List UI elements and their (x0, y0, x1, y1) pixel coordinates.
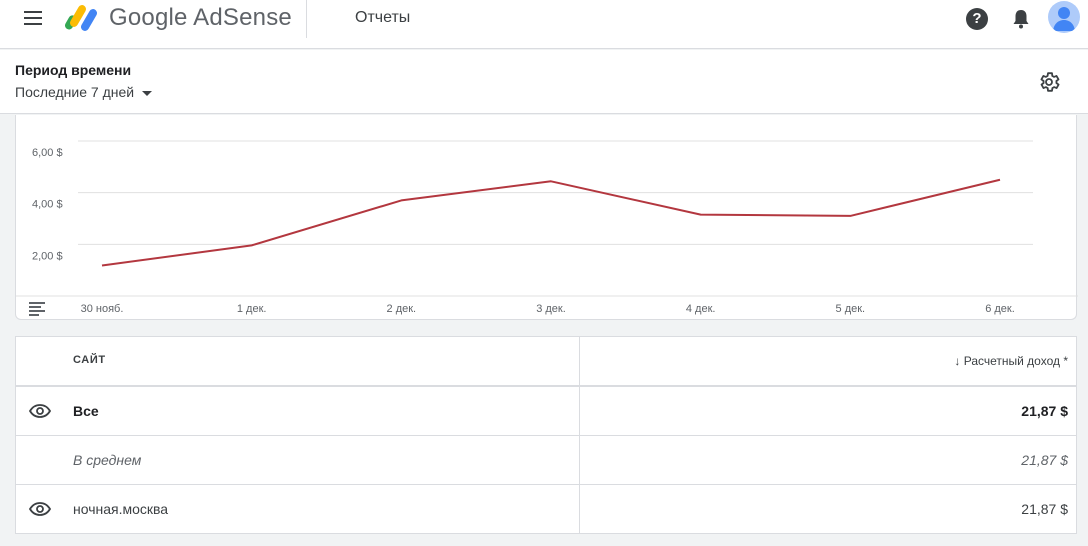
y-tick-label: 6,00 $ (32, 147, 63, 159)
page-title: Отчеты (355, 9, 411, 26)
table-row: В среднем 21,87 $ (16, 436, 1076, 485)
chart-card: 2,00 $ 4,00 $ 6,00 $ 30 нояб. 1 дек. 2 дек. 3 … (15, 115, 1078, 320)
column-header-income-label: Расчетный доход * (963, 354, 1068, 368)
top-app-bar: Google AdSense Отчеты ? (0, 0, 1088, 49)
sort-arrow-icon: ↓ (954, 354, 961, 368)
revenue-line-chart: 2,00 $ 4,00 $ 6,00 $ 30 нояб. 1 дек. 2 дек. 3 … (16, 140, 1078, 315)
column-header-income[interactable]: ↓ Расчетный доход * (954, 354, 1068, 368)
income-cell: 21,87 $ (1021, 501, 1068, 517)
product-name: Google AdSense (109, 4, 292, 31)
x-tick-label: 3 дек. (536, 303, 566, 315)
period-value: Последние 7 дней (15, 84, 135, 100)
avatar-person-icon (1053, 7, 1075, 31)
settings-gear-icon[interactable] (1037, 70, 1061, 94)
x-tick-label: 5 дек. (836, 303, 866, 315)
header-divider (306, 0, 307, 38)
y-tick-label: 4,00 $ (32, 199, 63, 211)
column-header-site[interactable]: САЙТ (73, 354, 106, 366)
x-tick-label: 1 дек. (237, 303, 267, 315)
y-tick-label: 2,00 $ (32, 250, 63, 262)
x-tick-label: 6 дек. (985, 303, 1015, 315)
dropdown-caret-icon (142, 90, 153, 96)
notifications-icon[interactable] (1011, 8, 1031, 30)
report-table: САЙТ ↓ Расчетный доход * Все 21,87 $ В с… (15, 336, 1077, 534)
x-tick-label: 2 дек. (387, 303, 417, 315)
adsense-logo-icon (65, 5, 97, 31)
site-cell: В среднем (73, 452, 142, 468)
column-divider (579, 337, 580, 533)
x-tick-label: 30 нояб. (81, 303, 124, 315)
site-cell[interactable]: ночная.москва (73, 501, 168, 517)
eye-icon[interactable] (29, 502, 51, 516)
menu-icon[interactable] (24, 11, 42, 25)
filter-bar: Период времени Последние 7 дней (0, 50, 1088, 114)
x-tick-label: 4 дек. (686, 303, 716, 315)
legend-toggle-icon[interactable] (29, 302, 45, 316)
period-label: Период времени (15, 62, 132, 78)
table-row: Все 21,87 $ (16, 387, 1076, 436)
table-header-row: САЙТ ↓ Расчетный доход * (16, 337, 1076, 387)
help-icon[interactable]: ? (966, 8, 988, 30)
table-row: ночная.москва 21,87 $ (16, 485, 1076, 533)
eye-icon[interactable] (29, 404, 51, 418)
income-cell: 21,87 $ (1021, 403, 1068, 419)
period-dropdown[interactable]: Последние 7 дней (15, 84, 153, 100)
account-avatar[interactable] (1048, 1, 1080, 33)
site-cell: Все (73, 403, 99, 419)
income-cell: 21,87 $ (1021, 452, 1068, 468)
